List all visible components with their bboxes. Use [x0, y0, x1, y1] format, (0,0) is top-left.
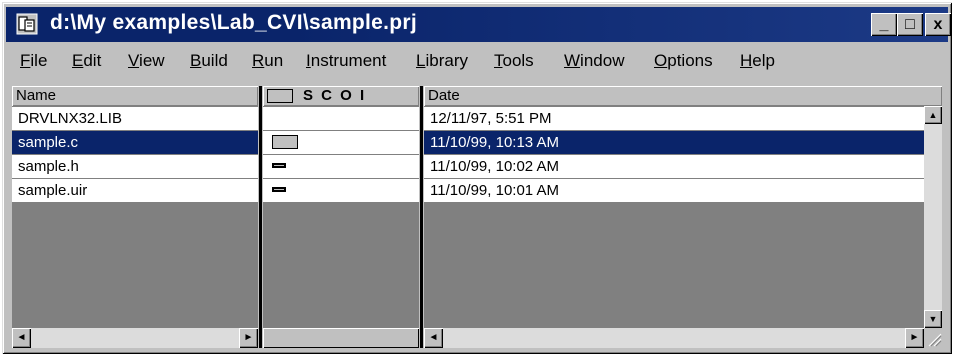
file-list: Name S C O I Date DRVLNX32.LIB sample.c … — [12, 86, 942, 348]
menu-help[interactable]: Help — [740, 51, 775, 71]
file-row-name[interactable]: sample.uir — [12, 179, 258, 202]
resize-grip-icon[interactable] — [924, 328, 942, 348]
column-header-status[interactable]: S C O I — [263, 86, 419, 106]
menu-view[interactable]: View — [128, 51, 165, 71]
status-column-letters: S C O I — [303, 87, 367, 104]
column-header-date[interactable]: Date — [424, 86, 942, 106]
menu-options[interactable]: Options — [654, 51, 713, 71]
scroll-up-arrow-icon[interactable]: ▲ — [924, 106, 942, 124]
minimize-button[interactable]: _ — [871, 13, 897, 36]
column-header-name[interactable]: Name — [12, 86, 258, 106]
scroll-down-arrow-icon[interactable]: ▼ — [924, 310, 942, 328]
file-status-cell[interactable] — [263, 179, 419, 202]
file-row-name[interactable]: sample.c — [12, 131, 258, 154]
scroll-right-arrow-icon[interactable]: ► — [239, 328, 258, 348]
status-scroll-thumb[interactable] — [263, 328, 419, 348]
status-dash-marker — [272, 187, 286, 192]
menu-library[interactable]: Library — [416, 51, 468, 71]
scroll-left-arrow-icon[interactable]: ◄ — [12, 328, 31, 348]
file-row-name[interactable]: DRVLNX32.LIB — [12, 107, 258, 130]
file-status-cell[interactable] — [263, 131, 419, 154]
menu-bar: File Edit View Build Run Instrument Libr… — [6, 46, 948, 78]
scroll-right-arrow-icon[interactable]: ► — [905, 328, 924, 348]
title-bar[interactable]: d:\My examples\Lab_CVI\sample.prj _ □ x — [6, 7, 951, 42]
status-dash-marker — [272, 163, 286, 168]
file-status-cell[interactable] — [263, 107, 419, 130]
menu-window[interactable]: Window — [564, 51, 624, 71]
menu-file[interactable]: File — [20, 51, 47, 71]
vertical-scrollbar[interactable]: ▲ ▼ — [924, 106, 942, 328]
window-title: d:\My examples\Lab_CVI\sample.prj — [50, 11, 418, 34]
file-row-name[interactable]: sample.h — [12, 155, 258, 178]
project-window: d:\My examples\Lab_CVI\sample.prj _ □ x … — [2, 2, 952, 354]
project-file-icon[interactable] — [16, 13, 38, 35]
file-row-date[interactable]: 11/10/99, 10:01 AM — [424, 179, 924, 202]
menu-instrument[interactable]: Instrument — [306, 51, 386, 71]
menu-build[interactable]: Build — [190, 51, 228, 71]
menu-edit[interactable]: Edit — [72, 51, 101, 71]
date-horizontal-scrollbar[interactable]: ◄ ► — [424, 328, 942, 348]
maximize-button[interactable]: □ — [897, 13, 923, 36]
menu-run[interactable]: Run — [252, 51, 283, 71]
close-button[interactable]: x — [925, 13, 951, 36]
file-row-date[interactable]: 12/11/97, 5:51 PM — [424, 107, 924, 130]
status-horizontal-scrollbar[interactable] — [263, 328, 419, 348]
scroll-left-arrow-icon[interactable]: ◄ — [424, 328, 443, 348]
menu-tools[interactable]: Tools — [494, 51, 534, 71]
file-row-date[interactable]: 11/10/99, 10:13 AM — [424, 131, 924, 154]
status-header-block — [267, 89, 293, 103]
name-horizontal-scrollbar[interactable]: ◄ ► — [12, 328, 258, 348]
file-row-date[interactable]: 11/10/99, 10:02 AM — [424, 155, 924, 178]
status-modified-block — [272, 135, 298, 149]
file-status-cell[interactable] — [263, 155, 419, 178]
